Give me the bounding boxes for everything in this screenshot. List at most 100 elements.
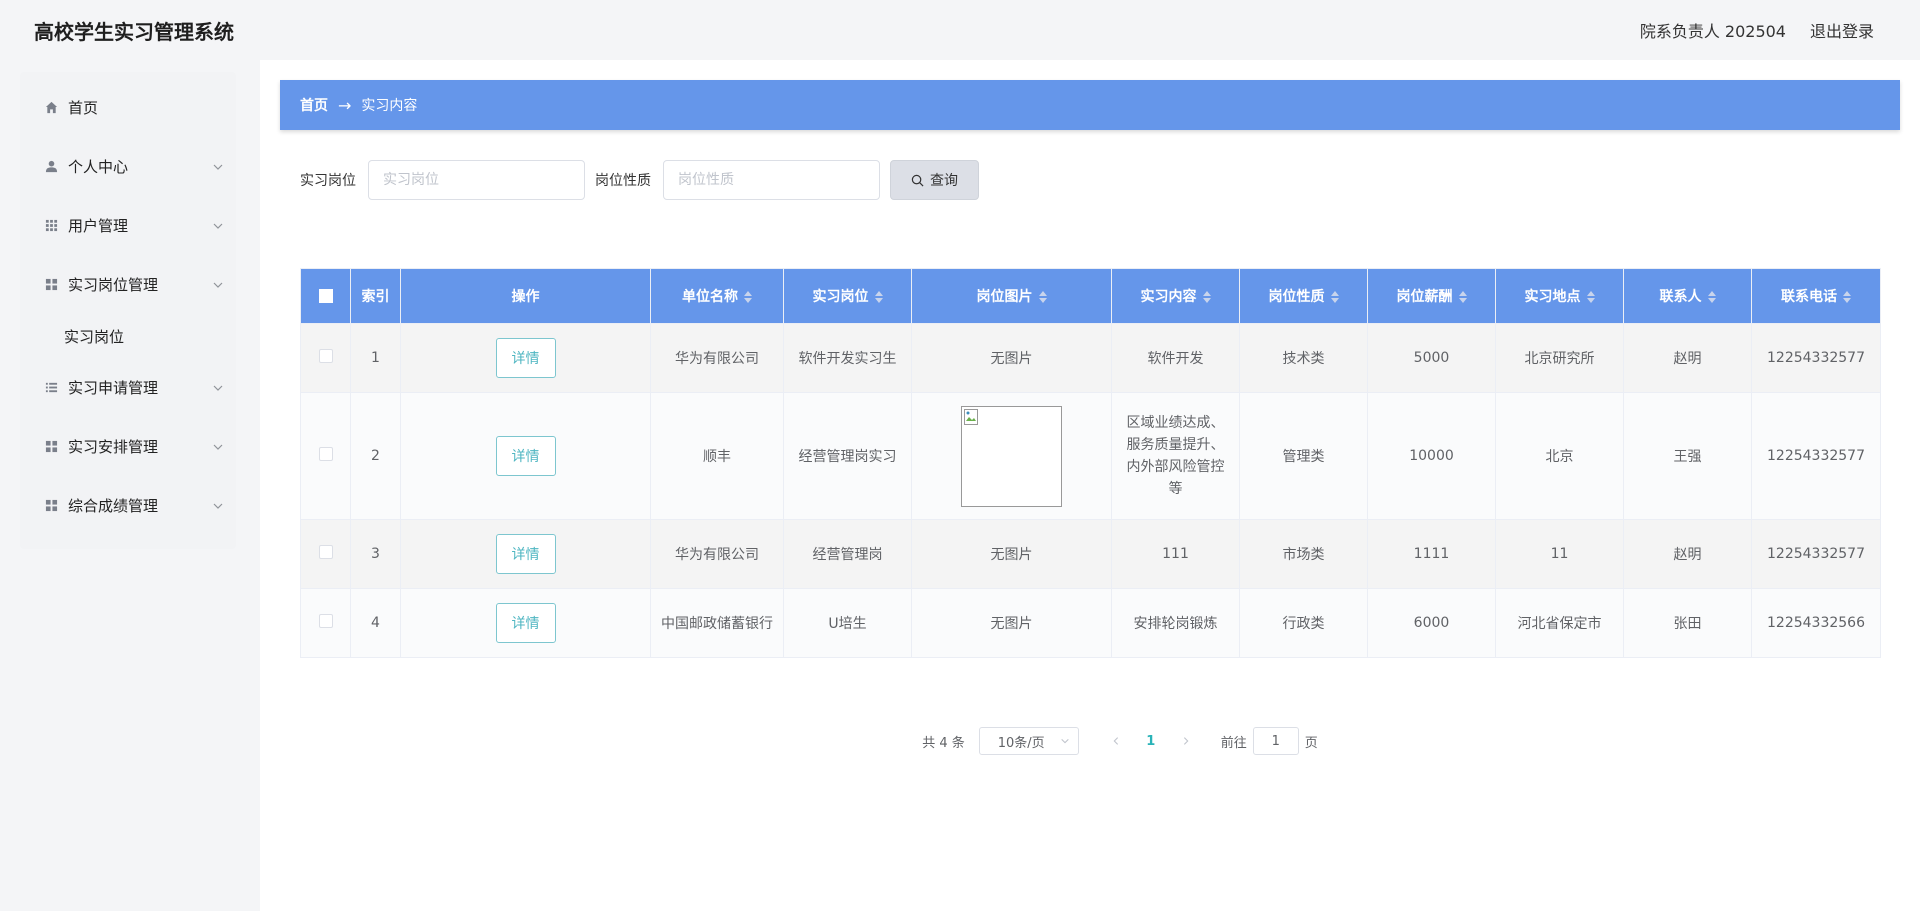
cell-contact: 张田 [1623,588,1752,658]
detail-button[interactable]: 详情 [495,603,556,643]
chevron-down-icon [213,164,223,170]
cell-location: 河北省保定市 [1495,588,1624,658]
column-header-sortable[interactable]: 岗位图片 [911,268,1112,324]
row-select-cell [300,392,351,520]
column-header: 索引 [350,268,401,324]
cell-content: 软件开发 [1111,323,1240,393]
page-number[interactable]: 1 [1131,727,1171,755]
column-header-sortable[interactable]: 实习岗位 [783,268,912,324]
cell-nature: 市场类 [1239,519,1368,589]
breadcrumb-home[interactable]: 首页 [300,95,328,115]
column-header-label: 岗位性质 [1268,289,1325,305]
query-button-label: 查询 [930,173,958,189]
sidebar-item-score-mgmt[interactable]: 综合成绩管理 [20,476,236,535]
sidebar: 首页 个人中心 用户管理 实习岗位管理 实习岗位 实习申请管理 实习安排管理 综… [0,60,260,911]
cell-image: 无图片 [911,323,1112,393]
detail-button[interactable]: 详情 [495,338,556,378]
chevron-down-icon [213,385,223,391]
sidebar-item-label: 首页 [68,99,99,117]
cell-location: 11 [1495,519,1624,589]
column-header-sortable[interactable]: 联系电话 [1751,268,1881,324]
cell-nature: 行政类 [1239,588,1368,658]
chevron-down-icon [213,444,223,450]
table-row: 2 详情 顺丰 经营管理岗实习 区域业绩达成、服务质量提升、内外部风险管控等 管… [300,392,1881,520]
sort-icon[interactable] [1586,291,1595,303]
row-checkbox[interactable] [318,545,333,559]
sort-icon[interactable] [1458,291,1467,303]
sidebar-subitem-position[interactable]: 实习岗位 [20,314,236,358]
sidebar-item-label: 用户管理 [68,217,129,235]
prev-page-button[interactable] [1101,727,1131,755]
sort-icon[interactable] [1330,291,1339,303]
column-header-sortable[interactable]: 联系人 [1623,268,1752,324]
cell-position: 经营管理岗 [783,519,912,589]
detail-button[interactable]: 详情 [495,534,556,574]
cell-content: 111 [1111,519,1240,589]
row-checkbox[interactable] [318,349,333,363]
detail-button[interactable]: 详情 [495,436,556,476]
cell-contact: 赵明 [1623,323,1752,393]
row-checkbox[interactable] [318,614,333,628]
row-checkbox[interactable] [318,447,333,461]
cell-contact: 赵明 [1623,519,1752,589]
top-header: 高校学生实习管理系统 院系负责人 202504 退出登录 [0,0,1920,60]
sidebar-item-profile[interactable]: 个人中心 [20,137,236,196]
sort-icon[interactable] [1843,291,1851,303]
column-header-sortable[interactable]: 单位名称 [650,268,784,324]
row-select-cell [300,588,351,658]
chevron-down-icon [1061,738,1069,744]
pagination: 共 4 条 10条/页 1 前往 页 [260,727,1920,755]
logout-link[interactable]: 退出登录 [1810,18,1874,42]
cell-content: 安排轮岗锻炼 [1111,588,1240,658]
table-row: 4 详情 中国邮政储蓄银行 U培生 无图片 安排轮岗锻炼 行政类 6000 河北… [300,588,1881,658]
column-header-sortable[interactable]: 实习内容 [1111,268,1240,324]
cell-index: 1 [350,323,401,393]
sidebar-item-label: 实习申请管理 [68,379,159,397]
sidebar-item-arrangement-mgmt[interactable]: 实习安排管理 [20,417,236,476]
row-select-cell [300,323,351,393]
table-row: 1 详情 华为有限公司 软件开发实习生 无图片 软件开发 技术类 5000 北京… [300,323,1881,393]
column-header-sortable[interactable]: 岗位性质 [1239,268,1368,324]
goto-page-input[interactable] [1252,727,1299,755]
cell-position: 软件开发实习生 [783,323,912,393]
pagination-total: 共 4 条 [922,735,965,751]
cell-index: 4 [350,588,401,658]
next-page-button[interactable] [1171,727,1201,755]
sidebar-item-label: 实习安排管理 [68,438,159,456]
cell-position: 经营管理岗实习 [783,392,912,520]
column-header-sortable[interactable]: 实习地点 [1495,268,1624,324]
arrow-right-icon: → [338,95,352,115]
position-input[interactable] [368,160,585,200]
sort-icon[interactable] [1038,291,1047,303]
cell-phone: 12254332577 [1751,392,1881,520]
main-content: 首页 → 实习内容 实习岗位 岗位性质 查询 索引 操作 [260,60,1920,911]
cell-contact: 王强 [1623,392,1752,520]
row-select-cell [300,519,351,589]
select-all-checkbox[interactable] [318,289,333,303]
cell-salary: 6000 [1367,588,1496,658]
app-title: 高校学生实习管理系统 [34,19,234,44]
sidebar-item-application-mgmt[interactable]: 实习申请管理 [20,358,236,417]
nature-input[interactable] [663,160,880,200]
cell-image: 无图片 [911,588,1112,658]
current-user: 院系负责人 202504 [1639,22,1786,41]
cell-content: 区域业绩达成、服务质量提升、内外部风险管控等 [1111,392,1240,520]
page-size-select[interactable]: 10条/页 [978,727,1079,755]
nature-label: 岗位性质 [595,173,651,189]
position-image [961,405,1062,507]
query-button[interactable]: 查询 [890,160,979,200]
chevron-down-icon [213,223,223,229]
page-suffix: 页 [1304,735,1318,751]
sidebar-item-home[interactable]: 首页 [20,78,236,137]
position-label: 实习岗位 [300,173,356,189]
home-icon [44,101,58,115]
sidebar-item-users[interactable]: 用户管理 [20,196,236,255]
sort-icon[interactable] [1202,291,1211,303]
sort-icon[interactable] [1707,291,1716,303]
cell-image [911,392,1112,520]
sidebar-item-position-mgmt[interactable]: 实习岗位管理 [20,255,236,314]
cell-index: 3 [350,519,401,589]
sort-icon[interactable] [744,291,752,303]
column-header-sortable[interactable]: 岗位薪酬 [1367,268,1496,324]
sort-icon[interactable] [874,291,883,303]
